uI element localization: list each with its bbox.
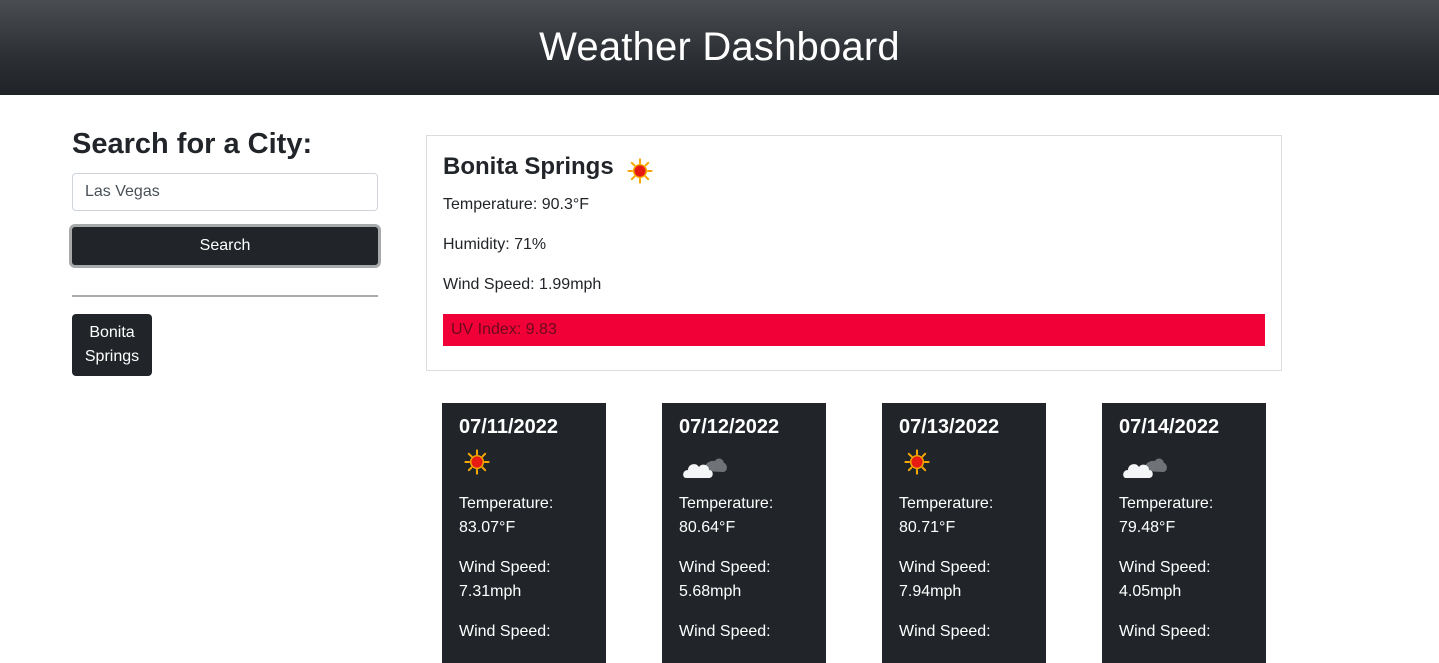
page-title: Weather Dashboard — [539, 25, 900, 69]
current-wind-speed: Wind Speed: 1.99mph — [443, 276, 602, 293]
forecast-temperature-label: Temperature: — [459, 495, 554, 512]
history-city-button[interactable]: Bonita Springs — [72, 314, 152, 376]
forecast-card: 07/14/2022 Temperature: 79.48°F Wind Spe… — [1102, 403, 1266, 663]
forecast-wind-value: 5.68mph — [679, 583, 742, 600]
sun-icon — [464, 449, 490, 475]
sun-icon — [627, 158, 653, 184]
search-button[interactable]: Search — [69, 224, 381, 268]
forecast-card: 07/12/2022 Temperature: 80.64°F Wind Spe… — [662, 403, 826, 663]
forecast-temperature-value: 80.64°F — [679, 519, 736, 536]
forecast-wind-label-2: Wind Speed: — [679, 623, 771, 640]
current-humidity: Humidity: 71% — [443, 236, 547, 253]
forecast-wind-label: Wind Speed: — [1119, 559, 1211, 576]
forecast-wind-label-2: Wind Speed: — [899, 623, 991, 640]
forecast-wind-label: Wind Speed: — [679, 559, 771, 576]
forecast-wind-value: 7.94mph — [899, 583, 962, 600]
history-city-label-line2: Springs — [84, 348, 140, 365]
city-search-input[interactable] — [72, 173, 378, 211]
current-city-name: Bonita Springs — [443, 153, 614, 180]
forecast-date: 07/13/2022 — [899, 416, 1000, 438]
cloud-icon — [1122, 453, 1168, 481]
history-city-label-line1: Bonita — [89, 324, 135, 341]
forecast-wind-label-2: Wind Speed: — [459, 623, 551, 640]
forecast-temperature-value: 79.48°F — [1119, 519, 1176, 536]
forecast-temperature-label: Temperature: — [679, 495, 774, 512]
app-header: Weather Dashboard — [0, 0, 1439, 95]
cloud-icon — [682, 453, 728, 481]
forecast-date: 07/14/2022 — [1119, 416, 1220, 438]
forecast-temperature-value: 80.71°F — [899, 519, 956, 536]
forecast-wind-label: Wind Speed: — [899, 559, 991, 576]
search-heading: Search for a City: — [72, 128, 313, 160]
forecast-temperature-label: Temperature: — [1119, 495, 1214, 512]
forecast-date: 07/12/2022 — [679, 416, 780, 438]
current-weather-panel: Bonita Springs Temperature: 90.3°F Humid… — [426, 135, 1282, 371]
divider — [72, 295, 378, 297]
uv-index-badge: UV Index: 9.83 — [443, 314, 1265, 346]
forecast-wind-value: 7.31mph — [459, 583, 522, 600]
forecast-temperature-value: 83.07°F — [459, 519, 516, 536]
forecast-card: 07/13/2022 Temperature: 80.71°F Wind Spe… — [882, 403, 1046, 663]
sun-icon — [904, 449, 930, 475]
forecast-wind-label-2: Wind Speed: — [1119, 623, 1211, 640]
forecast-wind-label: Wind Speed: — [459, 559, 551, 576]
forecast-wind-value: 4.05mph — [1119, 583, 1182, 600]
forecast-date: 07/11/2022 — [459, 416, 558, 438]
forecast-card: 07/11/2022 Temperature: 83.07°F Wind Spe… — [442, 403, 606, 663]
current-temperature: Temperature: 90.3°F — [443, 196, 590, 213]
forecast-temperature-label: Temperature: — [899, 495, 994, 512]
